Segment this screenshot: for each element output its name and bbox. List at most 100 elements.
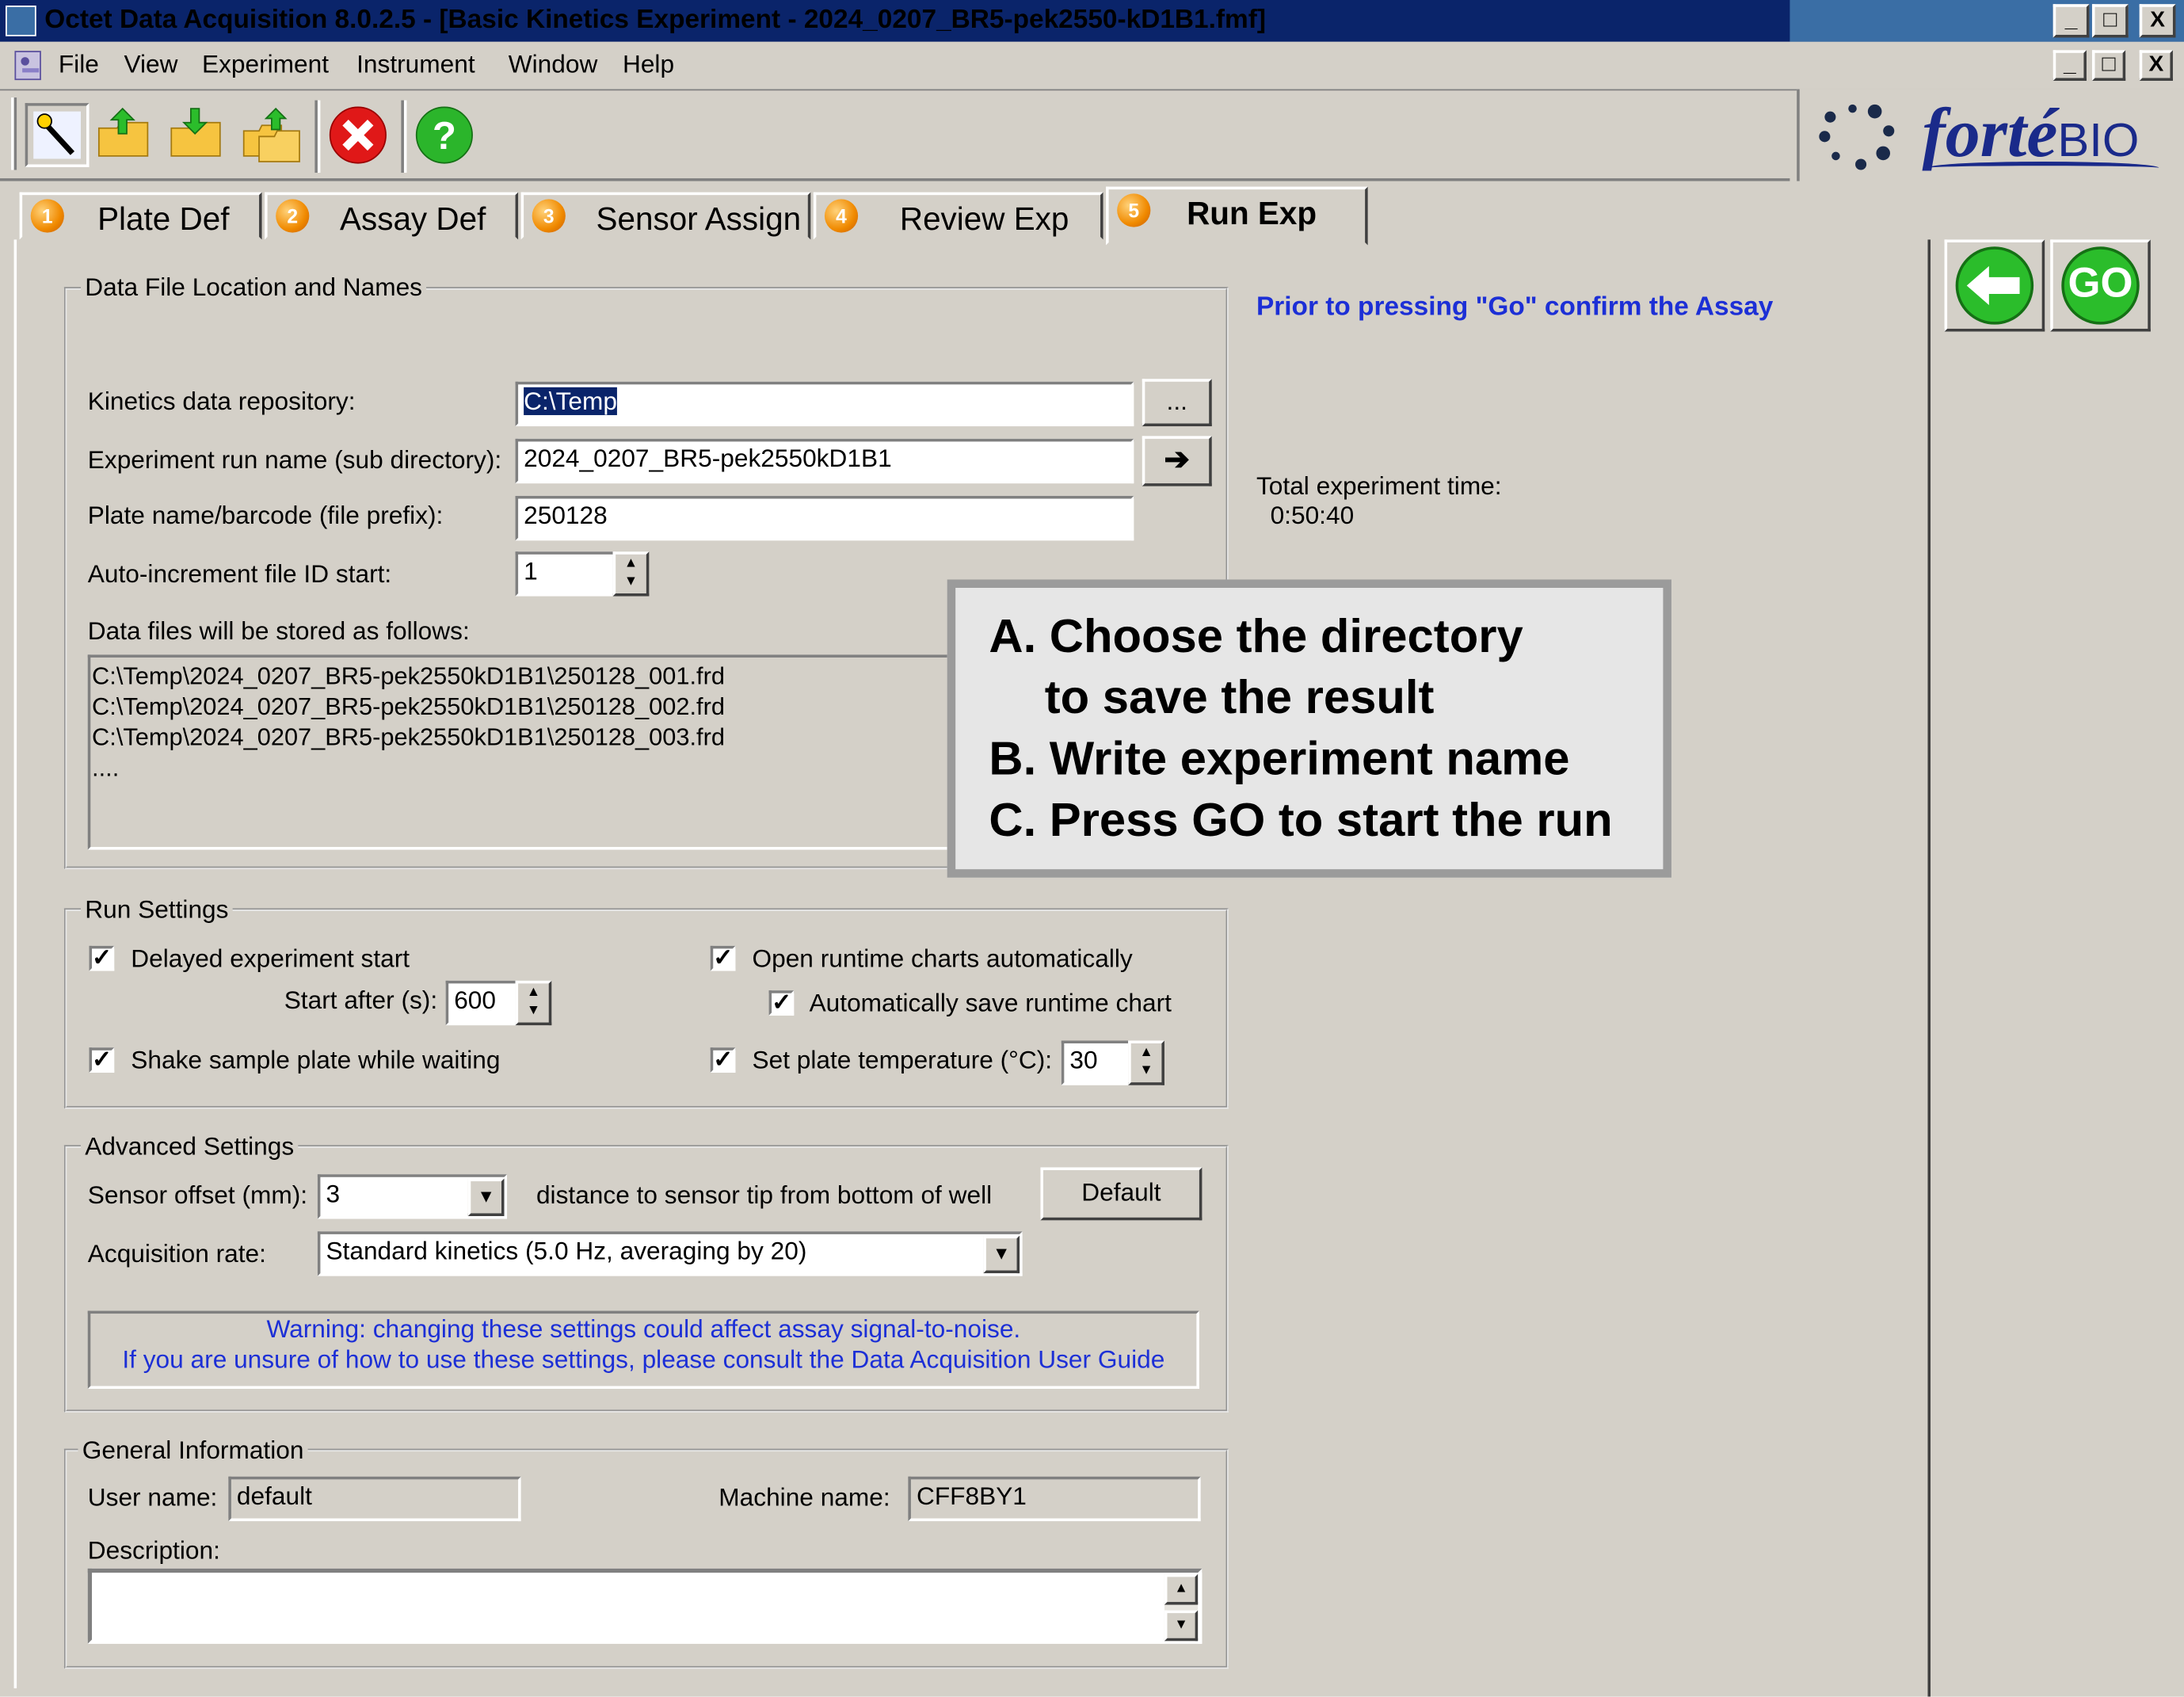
autoinc-input[interactable]: 1 [515, 551, 616, 597]
toolbar-grip [11, 97, 17, 170]
autoinc-spinner[interactable]: ▲ ▼ [612, 551, 650, 597]
stored-files-list: C:\Temp\2024_0207_BR5-pek2550kD1B1\25012… [92, 660, 725, 783]
callout-line-a2: to save the result [1044, 671, 1435, 725]
description-textarea[interactable] [87, 1568, 1203, 1644]
default-button[interactable]: Default [1040, 1167, 1203, 1221]
mdi-minimize-button[interactable]: _ [2053, 50, 2087, 81]
maximize-button[interactable]: □ [2091, 4, 2129, 38]
plate-name-input[interactable]: 250128 [515, 495, 1134, 541]
menu-experiment[interactable]: Experiment [202, 50, 329, 79]
folder-save-icon [170, 108, 221, 157]
fortebio-logo: fortéBIO [1922, 92, 2139, 173]
step-2-icon: 2 [276, 199, 310, 233]
run-name-input[interactable]: 2024_0207_BR5-pek2550kD1B1 [515, 438, 1134, 484]
menu-window[interactable]: Window [509, 50, 598, 79]
close-button[interactable]: X [2139, 4, 2176, 38]
total-time-label: Total experiment time: [1256, 472, 1502, 501]
temp-input[interactable]: 30 [1061, 1040, 1131, 1085]
tab-label: Assay Def [340, 200, 486, 237]
list-item: C:\Temp\2024_0207_BR5-pek2550kD1B1\25012… [92, 692, 725, 721]
auto-save-label: Automatically save runtime chart [809, 989, 1172, 1017]
navigation-pane [1790, 239, 2184, 1697]
step-3-icon: 3 [532, 199, 566, 233]
menu-help[interactable]: Help [623, 50, 674, 79]
run-settings-group-title: Run Settings [80, 895, 233, 925]
back-button[interactable] [1944, 239, 2045, 332]
logo-main: forté [1922, 93, 2058, 172]
acq-rate-label: Acquisition rate: [87, 1239, 266, 1268]
go-label: GO [2068, 260, 2133, 307]
temp-spinner[interactable]: ▲ ▼ [1128, 1040, 1164, 1085]
start-after-label: Start after (s): [284, 986, 438, 1015]
minimize-button[interactable]: _ [2053, 4, 2090, 38]
browse-button[interactable]: ... [1142, 379, 1212, 427]
shake-label: Shake sample plate while waiting [131, 1046, 501, 1074]
repo-input[interactable]: C:\Temp [515, 381, 1134, 427]
general-group-title: General Information [78, 1436, 308, 1466]
wizard-icon [33, 111, 81, 159]
open-folder-up-button[interactable] [92, 103, 156, 167]
auto-save-checkbox[interactable]: ✓ [768, 990, 795, 1016]
set-temp-label: Set plate temperature (°C): [752, 1046, 1053, 1074]
sensor-offset-value: 3 [326, 1180, 341, 1208]
list-item: C:\Temp\2024_0207_BR5-pek2550kD1B1\25012… [92, 662, 725, 690]
run-name-label: Experiment run name (sub directory): [87, 445, 502, 474]
folder-open-icon [97, 107, 149, 157]
chevron-down-icon[interactable]: ▼ [983, 1235, 1020, 1274]
go-button[interactable]: GO [2050, 239, 2151, 332]
abort-button[interactable] [326, 103, 390, 167]
advanced-group-title: Advanced Settings [80, 1132, 299, 1162]
tab-label: Review Exp [899, 200, 1069, 237]
scroll-down-icon[interactable]: ▼ [1164, 1610, 1199, 1642]
description-scrollbar[interactable]: ▲ ▼ [1164, 1573, 1199, 1642]
start-after-spinner[interactable]: ▲ ▼ [515, 980, 552, 1026]
tab-review-exp[interactable]: 4 Review Exp [813, 192, 1103, 240]
list-item: C:\Temp\2024_0207_BR5-pek2550kD1B1\25012… [92, 723, 725, 751]
set-temp-checkbox[interactable]: ✓ [710, 1047, 736, 1073]
open-charts-checkbox[interactable]: ✓ [710, 945, 736, 971]
plate-name-label: Plate name/barcode (file prefix): [87, 501, 444, 530]
user-name-field: default [228, 1476, 521, 1522]
logo-suffix: BIO [2057, 114, 2140, 167]
shake-checkbox[interactable]: ✓ [89, 1047, 115, 1073]
chevron-down-icon[interactable]: ▼ [467, 1178, 505, 1216]
instruction-callout: A. Choose the directory to save the resu… [947, 579, 1671, 878]
help-icon: ? [415, 106, 473, 164]
sensor-offset-desc: distance to sensor tip from bottom of we… [536, 1181, 993, 1210]
description-label: Description: [87, 1536, 220, 1565]
save-folder-button[interactable] [164, 103, 228, 167]
help-button[interactable]: ? [412, 103, 476, 167]
mdi-close-button[interactable]: X [2139, 50, 2173, 81]
tab-label: Run Exp [1187, 195, 1317, 231]
user-name-label: User name: [87, 1483, 218, 1512]
apply-run-name-button[interactable]: ➔ [1142, 436, 1212, 486]
acq-rate-select[interactable]: Standard kinetics (5.0 Hz, averaging by … [317, 1231, 1023, 1276]
wizard-button[interactable] [25, 103, 90, 167]
multi-folder-button[interactable] [239, 103, 303, 167]
tab-run-exp[interactable]: 5 Run Exp [1106, 186, 1368, 246]
window-title: Octet Data Acquisition 8.0.2.5 - [Basic … [44, 6, 1266, 35]
menu-file[interactable]: File [59, 50, 99, 79]
menu-instrument[interactable]: Instrument [356, 50, 475, 79]
scroll-up-icon[interactable]: ▲ [1164, 1573, 1199, 1605]
acq-rate-value: Standard kinetics (5.0 Hz, averaging by … [326, 1237, 807, 1265]
delayed-start-checkbox[interactable]: ✓ [89, 945, 115, 971]
sensor-offset-label: Sensor offset (mm): [87, 1181, 308, 1210]
warning-line-1: Warning: changing these settings could a… [266, 1314, 1021, 1344]
mdi-restore-button[interactable]: □ [2091, 50, 2126, 81]
callout-line-b: B. Write experiment name [989, 732, 1570, 786]
tab-assay-def[interactable]: 2 Assay Def [265, 192, 519, 240]
start-after-input[interactable]: 600 [445, 980, 519, 1026]
tab-sensor-assign[interactable]: 3 Sensor Assign [520, 192, 811, 240]
stored-label: Data files will be stored as follows: [87, 616, 470, 646]
autoinc-label: Auto-increment file ID start: [87, 559, 392, 589]
app-icon [6, 6, 36, 36]
confirm-assay-text: Prior to pressing "Go" confirm the Assay [1256, 292, 1774, 322]
tab-plate-def[interactable]: 1 Plate Def [19, 192, 262, 240]
folders-icon [242, 107, 300, 162]
stop-icon [329, 106, 387, 164]
pane-divider [1927, 239, 1931, 1697]
data-file-group-title: Data File Location and Names [80, 273, 427, 303]
menu-view[interactable]: View [124, 50, 177, 79]
step-5-icon: 5 [1117, 193, 1151, 227]
